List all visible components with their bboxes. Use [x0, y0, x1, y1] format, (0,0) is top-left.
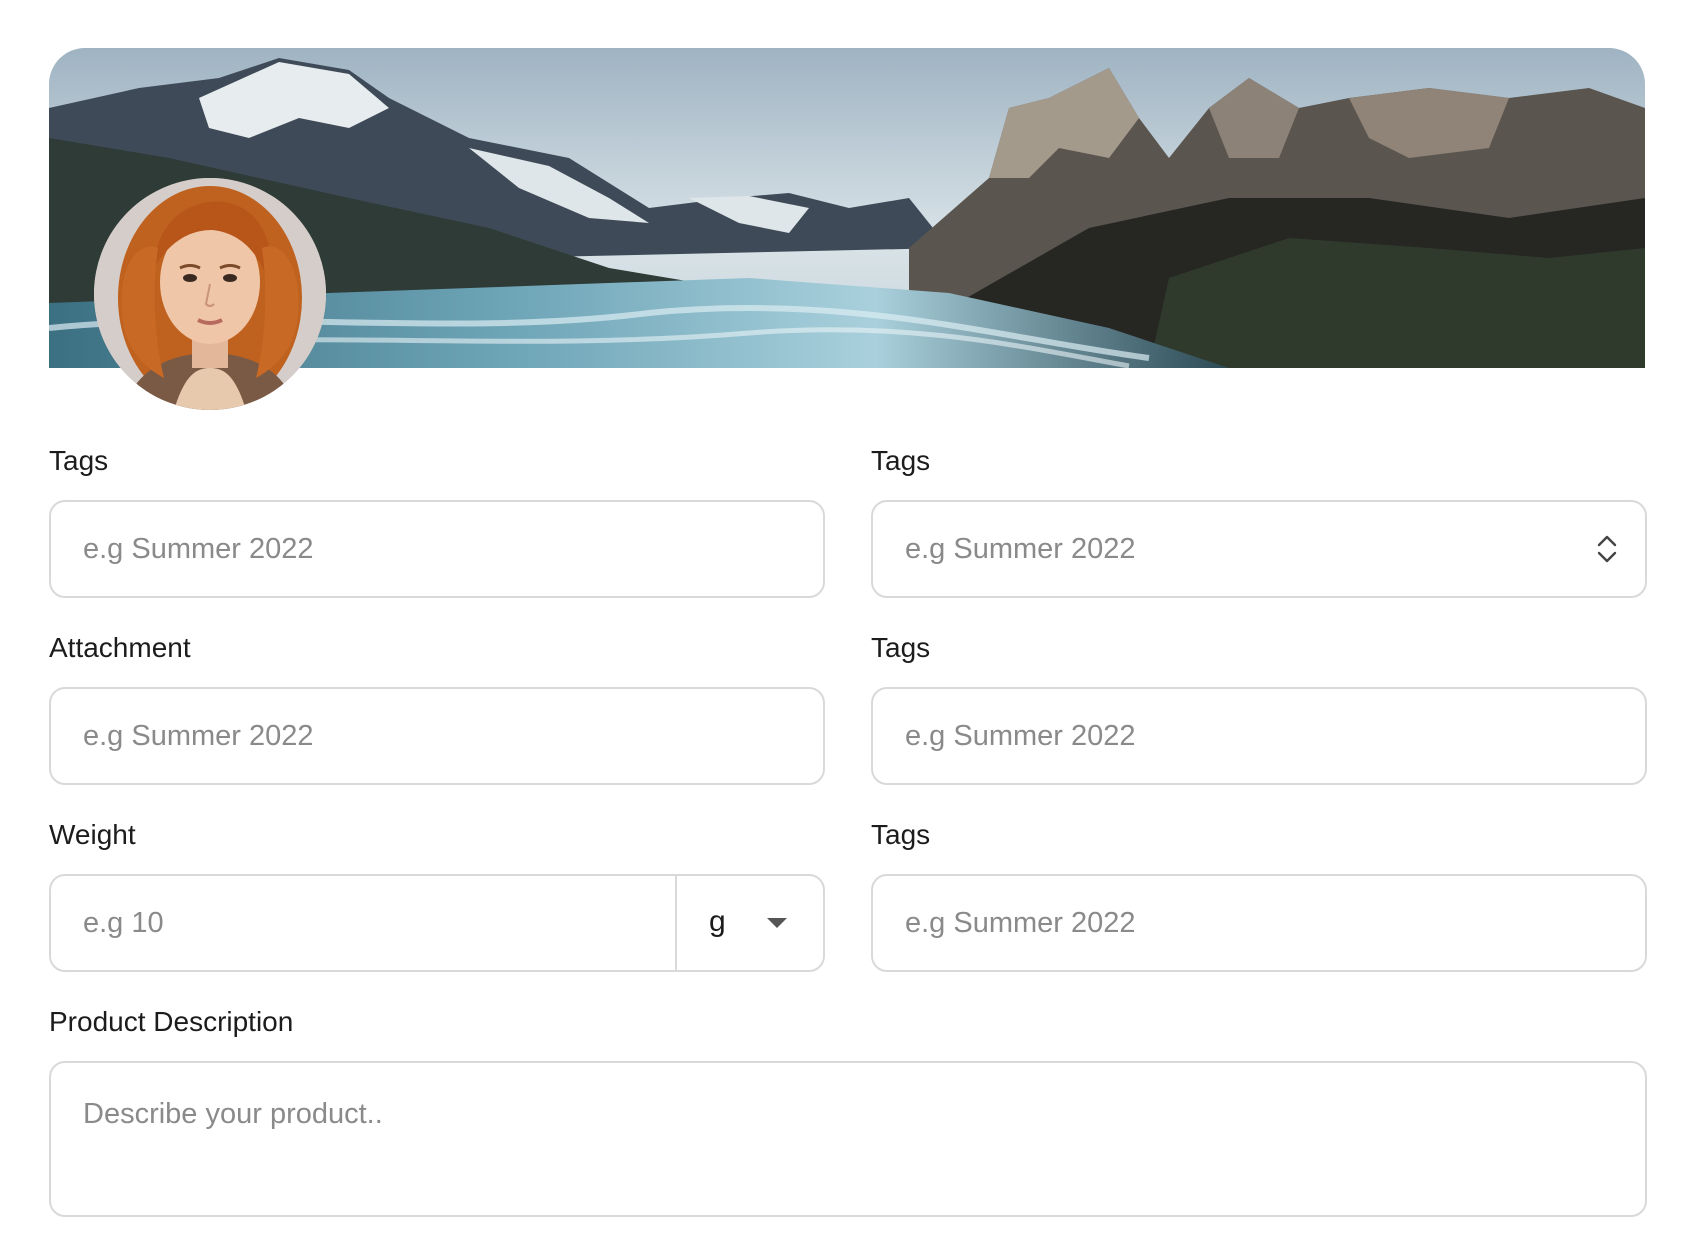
- tags-label-1: Tags: [49, 445, 109, 476]
- tags-label-4: Tags: [871, 819, 931, 850]
- product-description-textarea[interactable]: [49, 1061, 1647, 1217]
- attachment-label: Attachment: [49, 632, 191, 663]
- tags-select[interactable]: e.g Summer 2022: [871, 500, 1647, 598]
- tags-label-2: Tags: [871, 445, 931, 476]
- weight-input[interactable]: [51, 876, 675, 970]
- avatar[interactable]: [94, 178, 326, 410]
- weight-field: g: [49, 874, 825, 972]
- tags-input-1[interactable]: [49, 500, 825, 598]
- product-form-page: Tags Tags e.g Summer 2022 Attachment Tag…: [0, 0, 1684, 1260]
- tags-input-3[interactable]: [871, 687, 1647, 785]
- chevron-up-down-icon: [1597, 535, 1617, 563]
- caret-down-icon: [767, 918, 787, 928]
- tags-select-placeholder: e.g Summer 2022: [905, 533, 1136, 565]
- weight-unit-select[interactable]: g: [675, 876, 823, 970]
- weight-label: Weight: [49, 819, 136, 850]
- product-description-label: Product Description: [49, 1006, 294, 1037]
- tags-input-4[interactable]: [871, 874, 1647, 972]
- tags-label-3: Tags: [871, 632, 931, 663]
- attachment-input[interactable]: [49, 687, 825, 785]
- weight-unit-value: g: [709, 905, 726, 938]
